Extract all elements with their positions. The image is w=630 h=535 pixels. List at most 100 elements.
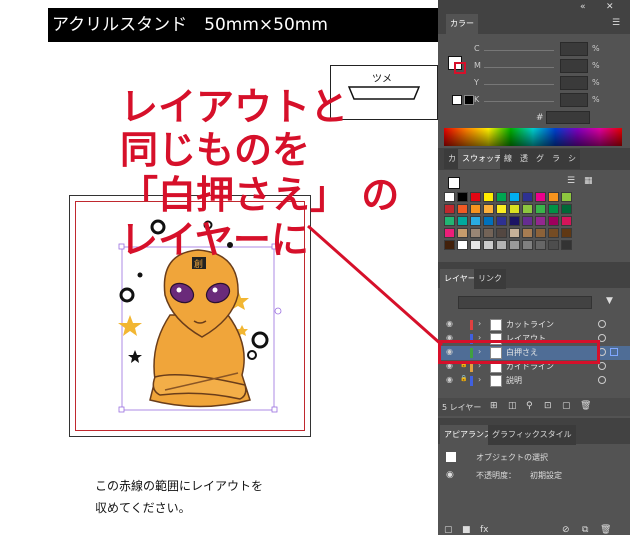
fx-icon[interactable]: fx [480,525,489,535]
tab-graphic-styles[interactable]: グラフィックスタイル [488,425,576,445]
tab-gradient[interactable]: グ [532,149,548,169]
swatch-cell[interactable] [522,228,533,238]
eye-icon[interactable]: ◉ [446,375,453,384]
layer-row[interactable]: ◉ › 説明 🔒 [438,374,630,388]
channel-slider[interactable] [484,50,554,51]
swatch-cell[interactable] [509,216,520,226]
list-view-icon[interactable]: ☰ [567,176,575,186]
target-icon[interactable] [598,376,606,384]
swatch-fill-icon[interactable] [448,177,460,189]
white-swatch-icon[interactable] [452,95,462,105]
layer-name[interactable]: カットライン [506,319,554,330]
channel-slider[interactable] [484,84,554,85]
tab-ra[interactable]: ラ [548,149,564,169]
swatch-cell[interactable] [444,192,455,202]
black-swatch-icon[interactable] [464,95,474,105]
swatch-cell[interactable] [496,228,507,238]
swatch-cell[interactable] [548,216,559,226]
locate-object-icon[interactable]: ⊞ [490,401,498,411]
expand-arrow-icon[interactable]: › [478,361,481,370]
search-icon[interactable]: ⚲ [526,401,533,411]
swatch-cell[interactable] [509,228,520,238]
swatch-cell[interactable] [483,204,494,214]
swatch-cell[interactable] [457,216,468,226]
tab-stroke[interactable]: 線 [500,149,516,169]
add-stroke-icon[interactable]: ▢ [444,525,453,535]
swatch-cell[interactable] [444,240,455,250]
eye-icon[interactable]: ◉ [446,470,454,480]
selection-indicator[interactable] [610,348,618,356]
swatch-cell[interactable] [496,192,507,202]
clipping-mask-icon[interactable]: ◫ [508,401,517,411]
channel-input[interactable] [560,93,588,107]
swatch-cell[interactable] [535,204,546,214]
expand-arrow-icon[interactable]: › [478,319,481,328]
swatch-cell[interactable] [457,228,468,238]
target-icon[interactable] [598,320,606,328]
channel-input[interactable] [560,42,588,56]
swatch-cell[interactable] [522,204,533,214]
swatch-cell[interactable] [509,192,520,202]
tab-swatches[interactable]: スウォッチ [458,149,506,169]
color-spectrum[interactable] [444,128,622,146]
swatch-cell[interactable] [496,216,507,226]
eye-icon[interactable]: ◉ [446,361,453,370]
trash-icon[interactable]: 🗑 [600,525,611,535]
swatch-cell[interactable] [457,192,468,202]
swatch-cell[interactable] [509,204,520,214]
swatch-cell[interactable] [561,228,572,238]
layer-search-input[interactable] [458,296,592,309]
channel-input[interactable] [560,76,588,90]
swatch-cell[interactable] [483,192,494,202]
collapse-icon[interactable]: « [580,2,586,12]
opacity-value[interactable]: 初期設定 [530,470,562,481]
tab-color[interactable]: カラー [446,14,478,34]
expand-arrow-icon[interactable]: › [478,333,481,342]
new-layer-icon[interactable]: ▢ [562,401,571,411]
target-icon[interactable] [598,348,606,356]
eye-icon[interactable]: ◉ [446,319,453,328]
lock-icon[interactable]: 🔒 [460,361,467,368]
swatch-cell[interactable] [522,240,533,250]
stroke-swatch-icon[interactable] [454,62,466,74]
swatch-cell[interactable] [548,240,559,250]
swatch-cell[interactable] [535,240,546,250]
swatch-cell[interactable] [522,192,533,202]
expand-arrow-icon[interactable]: › [478,375,481,384]
tab-links[interactable]: リンク [474,269,506,289]
swatch-cell[interactable] [483,240,494,250]
swatch-cell[interactable] [561,192,572,202]
swatch-cell[interactable] [496,204,507,214]
swatch-cell[interactable] [444,228,455,238]
grid-view-icon[interactable]: ▦ [584,176,593,186]
swatch-cell[interactable] [561,216,572,226]
hex-input[interactable] [546,111,590,124]
tab-shi[interactable]: シ [564,149,580,169]
channel-input[interactable] [560,59,588,73]
swatch-cell[interactable] [470,216,481,226]
swatch-cell[interactable] [457,240,468,250]
layer-row[interactable]: ◉ › レイアウト [438,332,630,346]
add-fill-icon[interactable]: ■ [462,525,471,535]
swatch-cell[interactable] [522,216,533,226]
channel-slider[interactable] [484,67,554,68]
delete-layer-icon[interactable]: 🗑 [580,401,591,411]
lock-icon[interactable]: 🔒 [460,375,467,382]
duplicate-icon[interactable]: ⧉ [582,525,588,535]
swatch-cell[interactable] [535,228,546,238]
swatch-cell[interactable] [470,228,481,238]
eye-icon[interactable]: ◉ [446,333,453,342]
swatch-cell[interactable] [548,228,559,238]
swatch-cell[interactable] [509,240,520,250]
swatch-cell[interactable] [457,204,468,214]
swatch-cell[interactable] [470,192,481,202]
channel-slider[interactable] [484,101,554,102]
swatch-cell[interactable] [535,216,546,226]
clear-icon[interactable]: ⊘ [562,525,570,535]
target-icon[interactable] [598,362,606,370]
swatch-cell[interactable] [444,216,455,226]
swatch-cell[interactable] [444,204,455,214]
layer-row[interactable]: ◉ › カットライン [438,318,630,332]
layer-row[interactable]: ◉ › ガイドライン 🔒 [438,360,630,374]
filter-icon[interactable]: ▼ [606,296,613,306]
